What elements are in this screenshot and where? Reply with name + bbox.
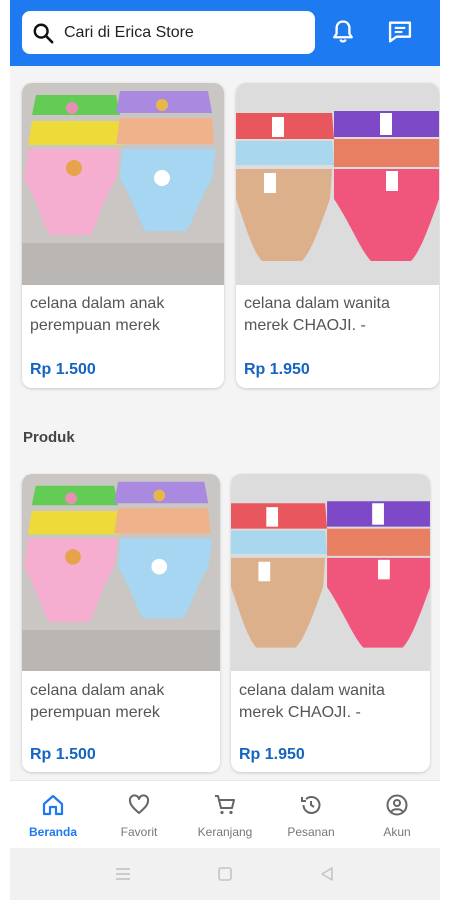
nav-label: Beranda (28, 825, 78, 839)
system-navigation-bar (10, 848, 440, 900)
search-placeholder: Cari di Erica Store (64, 23, 194, 41)
home-icon (42, 794, 64, 816)
nav-item-favorit[interactable]: Favorit (96, 781, 182, 849)
product-name: celana dalam anak perempuan merek (30, 682, 165, 721)
product-card[interactable]: celana dalam anak perempuan merek Rp 1.5… (22, 83, 224, 388)
nav-label: Akun (383, 825, 411, 839)
chat-icon[interactable] (386, 18, 414, 46)
search-icon (33, 23, 54, 43)
product-card[interactable]: celana dalam anak perempuan merek Rp 1.5… (22, 474, 220, 772)
product-price: Rp 1.950 (244, 361, 310, 378)
nav-item-beranda[interactable]: Beranda (10, 781, 96, 849)
account-icon (386, 794, 408, 816)
bell-icon[interactable] (329, 18, 357, 46)
product-image (22, 474, 220, 671)
product-price: Rp 1.950 (239, 746, 305, 763)
cart-icon (215, 795, 235, 815)
section-title: Produk (23, 429, 75, 446)
nav-item-keranjang[interactable]: Keranjang (182, 781, 268, 849)
menu-icon[interactable] (114, 865, 132, 883)
product-name: celana dalam wanita merek CHAOJI. - (244, 295, 390, 334)
product-feed[interactable]: celana dalam anak perempuan merek Rp 1.5… (10, 66, 440, 780)
bottom-navigation: Beranda Favorit Keranjang Pesanan Akun (10, 780, 440, 848)
nav-label: Keranjang (197, 825, 253, 839)
product-image (236, 83, 439, 285)
back-icon[interactable] (318, 865, 336, 883)
product-price: Rp 1.500 (30, 361, 96, 378)
nav-label: Favorit (120, 825, 158, 839)
home-square-icon[interactable] (216, 865, 234, 883)
history-icon (301, 796, 321, 814)
top-app-bar: Cari di Erica Store (10, 0, 440, 66)
product-name: celana dalam wanita merek CHAOJI. - (239, 682, 385, 721)
product-card[interactable]: celana dalam wanita merek CHAOJI. - Rp 1… (236, 83, 439, 388)
product-price: Rp 1.500 (30, 746, 96, 763)
nav-item-pesanan[interactable]: Pesanan (268, 781, 354, 849)
nav-label: Pesanan (287, 825, 335, 839)
search-bar[interactable]: Cari di Erica Store (22, 11, 315, 54)
product-image (231, 474, 430, 671)
heart-icon (128, 794, 150, 814)
nav-item-akun[interactable]: Akun (354, 781, 440, 849)
product-name: celana dalam anak perempuan merek (30, 295, 165, 334)
product-card[interactable]: celana dalam wanita merek CHAOJI. - Rp 1… (231, 474, 430, 772)
product-image (22, 83, 224, 285)
